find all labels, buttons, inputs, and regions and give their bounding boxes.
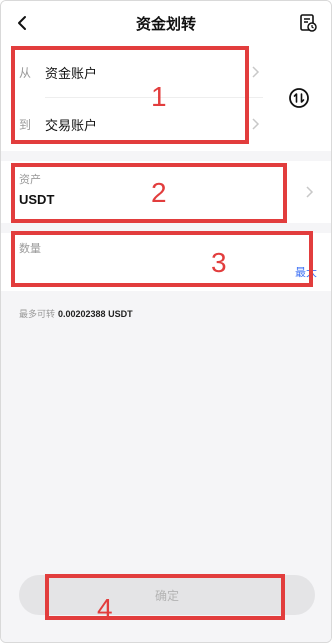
annotation-number-3: 3 xyxy=(211,247,227,278)
header: 资金划转 xyxy=(1,1,331,45)
annotation-number-2: 2 xyxy=(151,177,167,208)
section-gap xyxy=(1,151,331,161)
annotation-box-2 xyxy=(11,163,287,223)
chevron-right-icon xyxy=(306,186,314,198)
transfer-history-icon xyxy=(300,14,317,32)
annotation-box-1 xyxy=(11,46,249,144)
annotation-number-1: 1 xyxy=(151,81,167,112)
swap-icon xyxy=(289,88,309,108)
annotation-number-4: 4 xyxy=(97,593,113,624)
annotation-box-4 xyxy=(45,574,285,620)
transfer-screen: 资金划转 从 资金账户 到 交易账户 资产 USDT 数量 最大 最多可转 0.… xyxy=(0,0,332,643)
page-title: 资金划转 xyxy=(135,16,196,33)
available-balance: 最多可转 0.00202388 USDT xyxy=(19,307,133,320)
chevron-right-icon xyxy=(252,118,260,130)
annotation-box-3 xyxy=(11,231,313,287)
available-label: 最多可转 xyxy=(19,309,56,319)
chevron-right-icon xyxy=(252,66,260,78)
transfer-history-button[interactable] xyxy=(297,12,319,34)
swap-accounts-button[interactable] xyxy=(288,87,310,109)
available-value: 0.00202388 USDT xyxy=(58,309,133,319)
